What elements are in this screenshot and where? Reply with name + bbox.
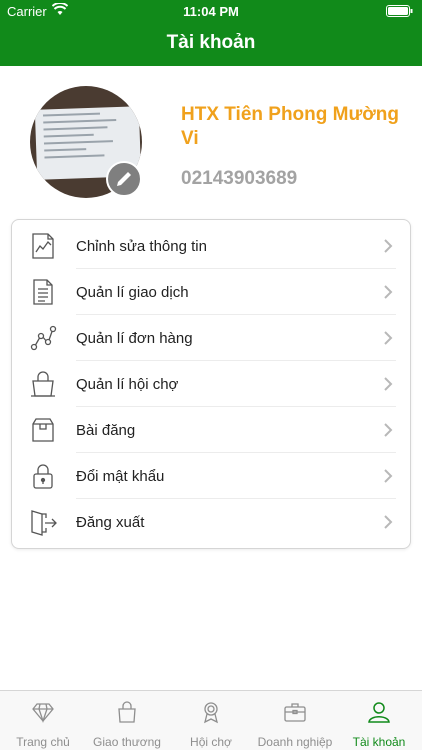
tab-fair[interactable]: Hội chợ (169, 691, 253, 750)
tab-home[interactable]: Trang chủ (1, 691, 85, 750)
page-title: Tài khoản (166, 32, 256, 53)
menu-item-posts[interactable]: Bài đăng (12, 407, 410, 453)
menu-item-edit-info[interactable]: Chỉnh sửa thông tin (12, 223, 410, 269)
status-time: 11:04 PM (183, 4, 239, 19)
status-bar: Carrier 11:04 PM (0, 0, 422, 22)
profile-phone: 02143903689 (181, 168, 298, 189)
chevron-right-icon (384, 469, 393, 483)
edit-avatar-button[interactable] (106, 161, 142, 197)
user-icon (368, 702, 390, 723)
shopping-bag-icon (31, 371, 55, 397)
menu-item-orders[interactable]: Quản lí đơn hàng (12, 315, 410, 361)
menu-item-change-password[interactable]: Đổi mật khẩu (12, 453, 410, 499)
menu-item-label: Bài đăng (76, 422, 136, 439)
menu-item-fairs[interactable]: Quản lí hội chợ (12, 361, 410, 407)
chevron-right-icon (384, 515, 393, 529)
menu-item-label: Chỉnh sửa thông tin (76, 238, 207, 255)
tab-label: Tài khoản (352, 735, 406, 749)
tab-account[interactable]: Tài khoản (337, 691, 421, 750)
tab-label: Hội chợ (190, 735, 232, 749)
chevron-right-icon (384, 331, 393, 345)
nav-bar: Tài khoản (0, 22, 422, 66)
menu-item-label: Đổi mật khẩu (76, 468, 165, 485)
document-list-icon (33, 279, 53, 305)
menu-item-label: Quản lí đơn hàng (76, 330, 193, 347)
menu-item-logout[interactable]: Đăng xuất (12, 499, 410, 545)
chevron-right-icon (384, 377, 393, 391)
battery-icon (386, 5, 413, 17)
tab-bar: Trang chủ Giao thương Hội chợ Doanh nghi… (0, 690, 422, 750)
menu-item-label: Quản lí giao dịch (76, 284, 189, 301)
tab-label: Doanh nghiệp (257, 735, 333, 749)
tab-business[interactable]: Doanh nghiệp (253, 691, 337, 750)
logout-icon (31, 510, 57, 536)
profile-name: HTX Tiên Phong Mường Vi (181, 104, 399, 149)
shopping-bag-icon (118, 701, 136, 723)
menu-item-label: Quản lí hội chợ (76, 376, 179, 393)
briefcase-icon (284, 703, 306, 722)
tab-label: Trang chủ (16, 735, 70, 749)
chevron-right-icon (384, 285, 393, 299)
menu-item-transactions[interactable]: Quản lí giao dịch (12, 269, 410, 315)
tab-trade[interactable]: Giao thương (85, 691, 169, 750)
tab-label: Giao thương (93, 735, 161, 749)
chevron-right-icon (384, 239, 393, 253)
chevron-right-icon (384, 423, 393, 437)
box-icon (32, 418, 54, 442)
award-icon (204, 702, 218, 724)
chart-document-icon (32, 233, 54, 259)
diamond-icon (32, 703, 54, 724)
account-menu: Chỉnh sửa thông tin Quản lí giao dịch Qu… (11, 219, 411, 549)
menu-item-label: Đăng xuất (76, 514, 145, 531)
route-nodes-icon (30, 325, 57, 351)
pencil-icon (117, 172, 131, 186)
lock-icon (33, 464, 53, 489)
